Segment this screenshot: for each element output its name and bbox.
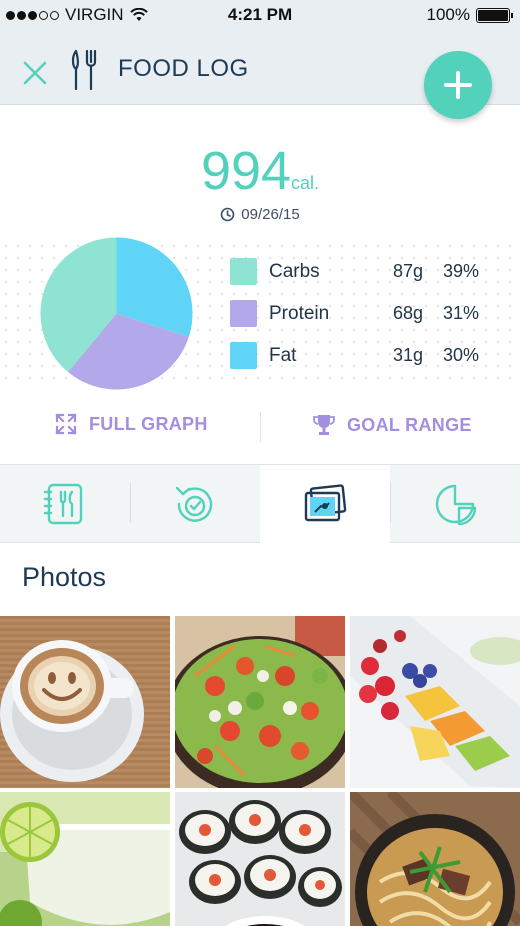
tab-bar [0, 464, 520, 543]
food-diary-icon [43, 483, 83, 525]
tab-food-diary[interactable] [0, 465, 130, 543]
legend-row-carbs: Carbs 87g 39% [230, 254, 490, 296]
tab-pie-chart[interactable] [390, 465, 520, 543]
fork-knife-icon [71, 49, 97, 91]
photos-section-title: Photos [22, 562, 107, 592]
photo-noodle-soup[interactable] [350, 792, 520, 926]
full-graph-button[interactable]: FULL GRAPH [55, 413, 208, 435]
legend-label: Fat [269, 345, 297, 366]
legend-percent: 39% [442, 261, 479, 281]
photos-icon [304, 484, 347, 522]
battery-status: 100% [426, 5, 513, 25]
tab-history[interactable] [130, 465, 260, 543]
legend-grams: 87g [392, 261, 423, 281]
legend-grams: 31g [392, 345, 423, 365]
pie-chart-icon [435, 484, 477, 526]
macro-pie-chart[interactable] [40, 237, 193, 390]
calorie-total: 994cal. [0, 140, 520, 202]
date-label: 09/26/15 [241, 206, 300, 223]
history-icon [175, 486, 213, 522]
macro-legend: Carbs 87g 39% Protein 68g 31% Fat 31g 30… [230, 254, 490, 380]
photo-sushi-rolls[interactable] [175, 792, 345, 926]
expand-icon [55, 413, 77, 435]
battery-icon [476, 7, 513, 23]
calorie-value: 994 [200, 141, 292, 201]
calorie-unit: cal. [291, 173, 320, 193]
log-date: 09/26/15 [0, 206, 520, 223]
legend-swatch-fat [230, 342, 257, 369]
legend-percent: 30% [442, 345, 479, 365]
page-title: FOOD LOG [118, 55, 249, 82]
photo-latte-art-coffee[interactable] [0, 616, 170, 788]
legend-row-protein: Protein 68g 31% [230, 296, 490, 338]
photo-fruit-platter[interactable] [350, 616, 520, 788]
goal-range-button[interactable]: GOAL RANGE [313, 413, 472, 437]
clock-icon [220, 207, 235, 222]
add-entry-button[interactable] [424, 51, 492, 119]
legend-swatch-carbs [230, 258, 257, 285]
legend-row-fat: Fat 31g 30% [230, 338, 490, 380]
tab-photos[interactable] [260, 465, 390, 543]
legend-label: Protein [269, 303, 330, 324]
close-icon[interactable] [20, 58, 50, 88]
graph-actions: FULL GRAPH GOAL RANGE [0, 405, 520, 445]
full-graph-label: FULL GRAPH [89, 413, 208, 434]
photo-salad[interactable] [175, 616, 345, 788]
legend-percent: 31% [442, 303, 479, 323]
photo-margarita[interactable] [0, 792, 170, 926]
goal-range-label: GOAL RANGE [347, 414, 472, 435]
legend-label: Carbs [269, 261, 320, 282]
legend-grams: 68g [392, 303, 423, 323]
divider [260, 412, 261, 442]
status-bar: VIRGIN 4:21 PM 100% [0, 0, 520, 30]
trophy-icon [313, 415, 335, 435]
photo-grid [0, 616, 520, 926]
legend-swatch-protein [230, 300, 257, 327]
battery-percent: 100% [426, 5, 470, 24]
